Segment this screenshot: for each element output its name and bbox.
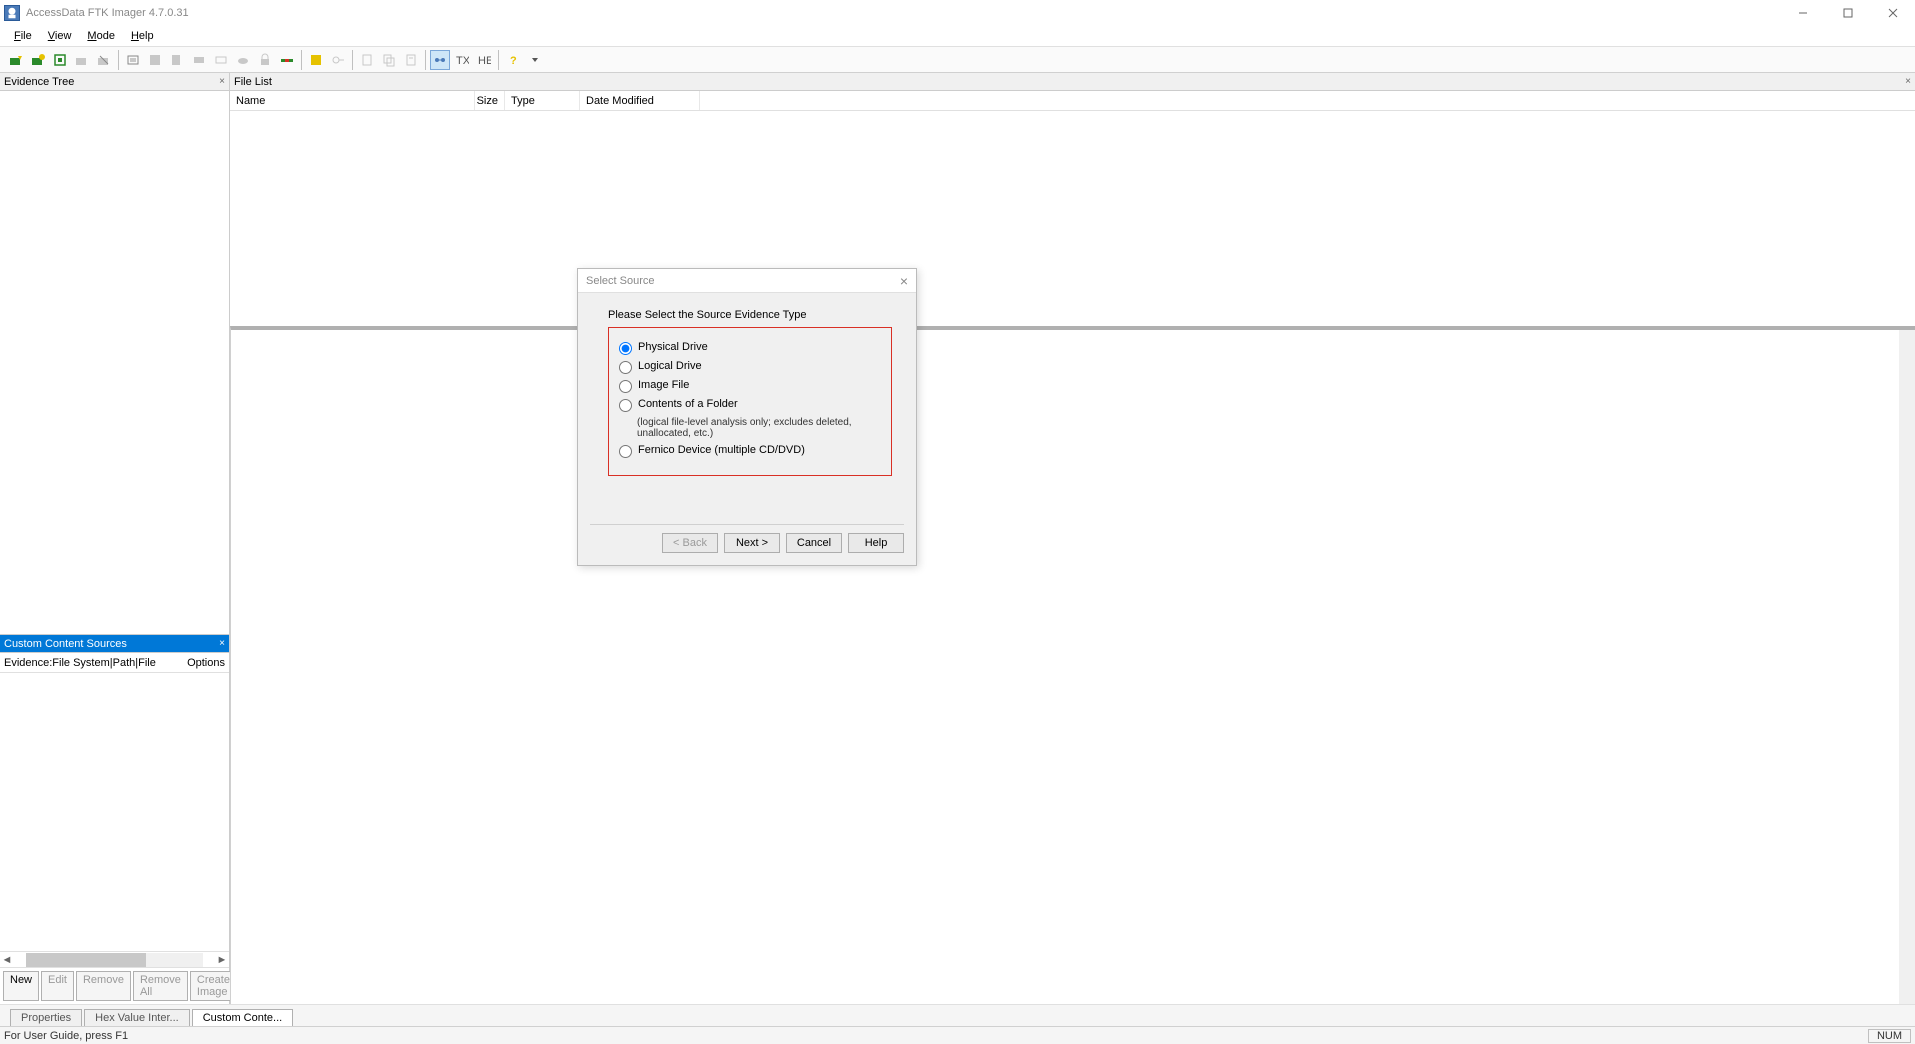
radio-logical-input[interactable] [619,361,632,374]
select-source-dialog: Select Source × Please Select the Source… [577,268,917,566]
radio-folder-label: Contents of a Folder [638,398,738,410]
next-button[interactable]: Next > [724,533,780,553]
radio-fernico-input[interactable] [619,445,632,458]
radio-logical-drive[interactable]: Logical Drive [619,360,881,374]
radio-physical-label: Physical Drive [638,341,708,353]
help-button[interactable]: Help [848,533,904,553]
dialog-backdrop: Select Source × Please Select the Source… [0,0,1915,1044]
dialog-titlebar[interactable]: Select Source × [578,269,916,293]
radio-image-file[interactable]: Image File [619,379,881,393]
radio-fernico-label: Fernico Device (multiple CD/DVD) [638,444,805,456]
dialog-title: Select Source [586,275,654,287]
dialog-instruction: Please Select the Source Evidence Type [608,309,892,321]
radio-folder-input[interactable] [619,399,632,412]
source-type-group: Physical Drive Logical Drive Image File … [608,327,892,476]
radio-image-label: Image File [638,379,689,391]
radio-folder-sublabel: (logical file-level analysis only; exclu… [637,417,881,439]
dialog-close-icon[interactable]: × [900,273,908,289]
radio-folder[interactable]: Contents of a Folder [619,398,881,412]
radio-fernico[interactable]: Fernico Device (multiple CD/DVD) [619,444,881,458]
cancel-button[interactable]: Cancel [786,533,842,553]
radio-image-input[interactable] [619,380,632,393]
dialog-separator [590,524,904,525]
radio-physical-drive[interactable]: Physical Drive [619,341,881,355]
radio-logical-label: Logical Drive [638,360,702,372]
back-button[interactable]: < Back [662,533,718,553]
radio-physical-input[interactable] [619,342,632,355]
